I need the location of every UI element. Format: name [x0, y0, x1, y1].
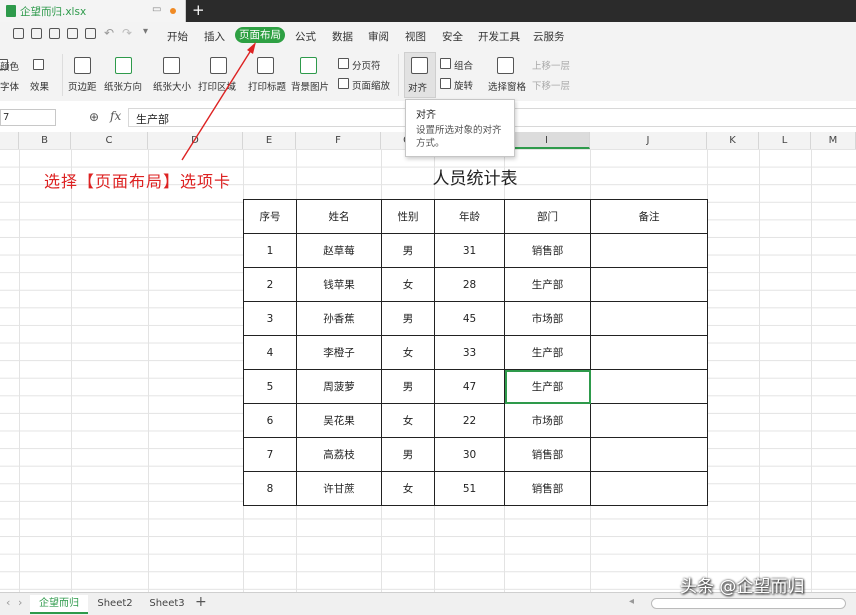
annotation-arrow: [181, 42, 256, 161]
watermark: 头条 @企望而归: [680, 577, 805, 597]
